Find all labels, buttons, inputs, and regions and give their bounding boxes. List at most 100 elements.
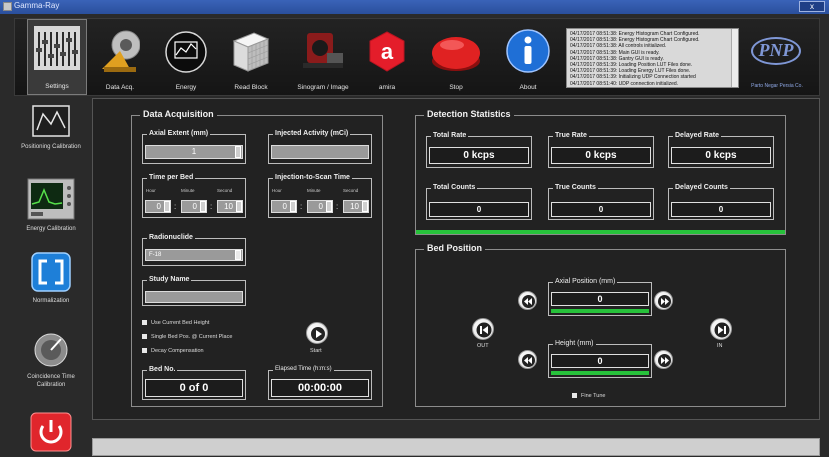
study-name-input[interactable]: [145, 291, 243, 303]
elapsed-time-label: Elapsed Time (h:m:s): [273, 366, 334, 372]
injected-activity-input[interactable]: [271, 145, 369, 159]
scanner-icon: [102, 30, 140, 72]
bed-in-label: IN: [717, 343, 723, 349]
radionuclide-select[interactable]: F-18: [145, 249, 243, 261]
company-logo: PNP Parto Negar Persia Co.: [745, 31, 805, 89]
single-bed-pos-checkbox[interactable]: Single Bed Pos. @ Current Place: [142, 334, 232, 340]
knob-icon: [34, 333, 68, 367]
its-minute-label: Minute: [307, 188, 321, 193]
tpb-minute-spinner[interactable]: [200, 201, 206, 212]
amira-button[interactable]: a amira: [365, 19, 409, 95]
height-group: Height (mm) 0: [548, 340, 652, 378]
bed-no-group: Bed No. 0 of 0: [142, 366, 246, 400]
detection-status-bar: [416, 230, 785, 234]
data-acq-button[interactable]: Data Acq.: [95, 19, 145, 95]
its-second-spinner[interactable]: [362, 201, 368, 212]
status-bar: [92, 438, 820, 456]
axial-extent-label: Axial Extent (mm): [147, 130, 211, 137]
chevron-down-icon[interactable]: [235, 250, 241, 260]
total-counts-group: Total Counts 0: [426, 184, 532, 220]
sliders-icon: [34, 26, 80, 70]
settings-label: Settings: [45, 83, 69, 90]
fast-forward-icon: [658, 354, 671, 367]
sidebar-label-normalization: Normalization: [32, 298, 70, 304]
injected-activity-label: Injected Activity (mCi): [273, 130, 351, 137]
axial-rewind-button[interactable]: [518, 291, 537, 310]
app-window: Gamma-Ray x Settings Data Acq. Energy Re…: [0, 0, 829, 457]
oscilloscope-icon: [27, 178, 75, 220]
fast-forward-icon: [658, 295, 671, 308]
tpb-colon-2: :: [210, 202, 213, 211]
true-rate-group: True Rate 0 kcps: [548, 132, 654, 168]
bed-in-button[interactable]: [710, 318, 732, 340]
delayed-rate-group: Delayed Rate 0 kcps: [668, 132, 774, 168]
axial-forward-button[interactable]: [654, 291, 673, 310]
tpb-hour-spinner[interactable]: [164, 201, 170, 212]
radionuclide-label: Radionuclide: [147, 234, 195, 241]
read-block-button[interactable]: Read Block: [221, 19, 281, 95]
power-button[interactable]: [14, 412, 88, 457]
settings-button[interactable]: Settings: [27, 19, 87, 95]
its-hour-spinner[interactable]: [290, 201, 296, 212]
log-scrollbar[interactable]: [731, 29, 738, 87]
total-rate-group: Total Rate 0 kcps: [426, 132, 532, 168]
logo-caption: Parto Negar Persia Co.: [751, 83, 803, 89]
skip-back-icon: [476, 322, 492, 338]
bed-out-label: OUT: [477, 343, 489, 349]
sidebar-item-normalization[interactable]: Normalization: [14, 252, 88, 305]
tpb-second-spinner[interactable]: [236, 201, 242, 212]
start-label: Start: [310, 348, 322, 354]
sidebar-item-positioning[interactable]: Positioning Calibration: [14, 104, 88, 151]
axial-position-label: Axial Position (mm): [553, 278, 618, 285]
sidebar: Positioning Calibration Energy Calibrati…: [14, 98, 88, 454]
energy-chart-icon: [165, 31, 207, 73]
fine-tune-checkbox[interactable]: Fine Tune: [572, 393, 605, 399]
amira-logo-icon: a: [369, 31, 405, 72]
log-line: 04/17/2017 08:51:40: UDP connection init…: [570, 80, 679, 87]
its-minute-spinner[interactable]: [326, 201, 332, 212]
about-button[interactable]: About: [503, 19, 553, 95]
radionuclide-group: Radionuclide F-18: [142, 234, 246, 266]
axial-extent-group: Axial Extent (mm) 1: [142, 130, 246, 164]
height-up-button[interactable]: [654, 350, 673, 369]
energy-button[interactable]: Energy: [161, 19, 211, 95]
study-name-group: Study Name: [142, 276, 246, 306]
time-per-bed-group: Time per Bed Hour Minute Second 0 : 0 : …: [142, 174, 246, 218]
axial-extent-input[interactable]: 1: [145, 145, 243, 159]
true-rate-display: 0 kcps: [551, 147, 651, 164]
sidebar-item-energy[interactable]: Energy Calibration: [14, 178, 88, 233]
tpb-second-label: Second: [217, 188, 233, 193]
start-button[interactable]: [306, 322, 328, 344]
main-panel: Data Acquisition Axial Extent (mm) 1 Inj…: [92, 98, 820, 420]
axial-position-group: Axial Position (mm) 0: [548, 278, 652, 316]
delayed-rate-label: Delayed Rate: [673, 132, 721, 139]
elapsed-time-group: Elapsed Time (h:m:s) 00:00:00: [268, 366, 372, 400]
detection-statistics-group: Detection Statistics Total Rate 0 kcps T…: [415, 109, 786, 235]
axial-extent-spinner[interactable]: [235, 146, 241, 158]
pet-scanner-icon: [303, 33, 343, 68]
fine-tune-label: Fine Tune: [581, 393, 606, 399]
delayed-counts-label: Delayed Counts: [673, 184, 730, 191]
app-icon: [3, 2, 12, 11]
block-cube-icon: [232, 32, 270, 72]
stop-button[interactable]: Stop: [427, 19, 485, 95]
total-counts-label: Total Counts: [431, 184, 478, 191]
bed-out-button[interactable]: [472, 318, 494, 340]
data-acq-label: Data Acq.: [105, 84, 135, 91]
sidebar-item-coincidence[interactable]: Coincidence Time Calibration: [14, 330, 88, 389]
decay-compensation-checkbox[interactable]: Decay Compensation: [142, 348, 204, 354]
its-colon-1: :: [300, 202, 303, 211]
window-title: Gamma-Ray: [14, 1, 60, 10]
injected-activity-group: Injected Activity (mCi): [268, 130, 372, 164]
sinogram-label: Sinogram / Image: [297, 84, 349, 91]
tpb-colon-1: :: [174, 202, 177, 211]
tpb-hour-label: Hour: [146, 188, 156, 193]
injection-to-scan-label: Injection-to-Scan Time: [273, 174, 352, 181]
axial-position-bar: [551, 309, 649, 313]
height-down-button[interactable]: [518, 350, 537, 369]
sinogram-button[interactable]: Sinogram / Image: [291, 19, 355, 95]
read-block-label: Read Block: [234, 84, 268, 91]
close-button[interactable]: x: [799, 1, 825, 12]
event-log[interactable]: 04/17/2017 08:51:38: Energy Histogram Ch…: [566, 28, 739, 88]
use-current-bed-height-checkbox[interactable]: Use Current Bed Height: [142, 320, 209, 326]
